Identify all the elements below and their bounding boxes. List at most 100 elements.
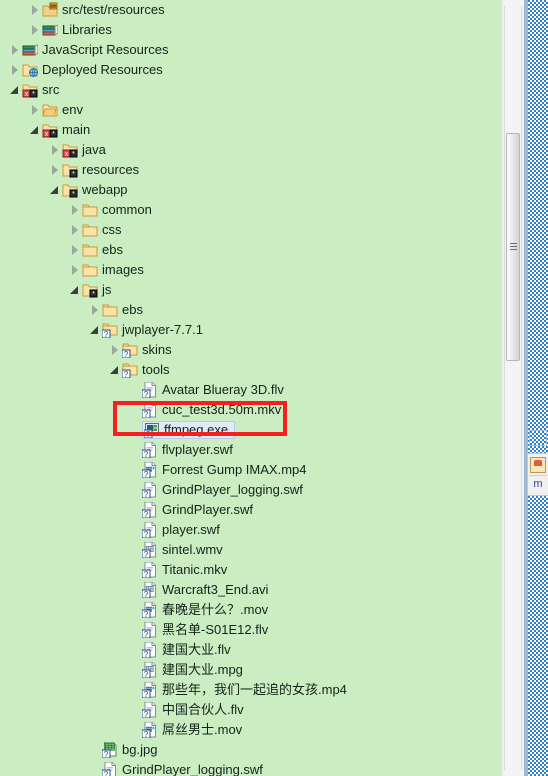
chevron-right-icon[interactable] (8, 40, 22, 60)
tree-row[interactable]: x * src (0, 80, 502, 100)
tree-row[interactable]: * webapp (0, 180, 502, 200)
tree-row[interactable]: ? tools (0, 360, 502, 380)
tree-item-label: bg.jpg (122, 742, 158, 757)
tree-row[interactable]: ? Avatar Blueray 3D.flv (0, 380, 502, 400)
tree-row[interactable]: * js (0, 280, 502, 300)
svg-text:x: x (65, 151, 69, 158)
chevron-right-icon[interactable] (88, 300, 102, 320)
tree-row[interactable]: ? Titanic.mkv (0, 560, 502, 580)
tree-row[interactable]: ? 中国合伙人.flv (0, 700, 502, 720)
chevron-right-icon[interactable] (68, 240, 82, 260)
chevron-down-icon[interactable] (28, 120, 42, 140)
chevron-right-icon[interactable] (8, 60, 22, 80)
tree-row[interactable]: ? GrindPlayer_logging.swf (0, 760, 502, 776)
file-unknown-icon: ? (142, 382, 158, 398)
chevron-down-icon[interactable] (8, 80, 22, 100)
chevron-right-icon[interactable] (68, 200, 82, 220)
tree-row[interactable]: Libraries (0, 20, 502, 40)
chevron-down-icon[interactable] (88, 320, 102, 340)
tree-row[interactable]: ? skins (0, 340, 502, 360)
file-unknown-icon: ? (142, 562, 158, 578)
tree-row[interactable]: images (0, 260, 502, 280)
project-explorer-tree[interactable]: src/test/resources Libraries JavaScript Re… (0, 0, 502, 776)
tree-row[interactable]: ? sintel.wmv (0, 540, 502, 560)
tree-row[interactable]: ? flvplayer.swf (0, 440, 502, 460)
chevron-right-icon[interactable] (68, 260, 82, 280)
tree-row[interactable]: * resources (0, 160, 502, 180)
tree-row-selected[interactable]: ? ffmpeg.exe (0, 420, 502, 440)
chevron-right-icon[interactable] (108, 340, 122, 360)
svg-text:?: ? (144, 650, 149, 658)
tree-row[interactable]: ? 春晚是什么？.mov (0, 600, 502, 620)
tree-row[interactable]: ebs (0, 300, 502, 320)
tree-row[interactable]: x * java (0, 140, 502, 160)
chevron-right-icon[interactable] (28, 20, 42, 40)
tree-row-content: ? tools (122, 360, 172, 380)
tree-row[interactable]: ? jwplayer-7.7.1 (0, 320, 502, 340)
tree-row[interactable]: x * main (0, 120, 502, 140)
tree-row[interactable]: ? GrindPlayer.swf (0, 500, 502, 520)
warning-view-icon[interactable] (530, 457, 546, 473)
vertical-scrollbar-track[interactable] (504, 0, 522, 776)
tree-row[interactable]: ? cuc_test3d.50m.mkv (0, 400, 502, 420)
svg-text:?: ? (104, 750, 109, 758)
selection-highlight[interactable]: ? ffmpeg.exe (142, 421, 236, 439)
minimized-view-stack[interactable]: m (527, 453, 548, 496)
tree-row[interactable]: ? GrindPlayer_logging.swf (0, 480, 502, 500)
tree-row[interactable]: JavaScript Resources (0, 40, 502, 60)
tree-row-content: ? cuc_test3d.50m.mkv (142, 400, 284, 420)
chevron-down-icon[interactable] (108, 360, 122, 380)
tree-row[interactable]: css (0, 220, 502, 240)
chevron-right-icon[interactable] (28, 0, 42, 20)
tree-row[interactable]: src/test/resources (0, 0, 502, 20)
chevron-right-icon[interactable] (28, 100, 42, 120)
chevron-down-icon[interactable] (48, 180, 62, 200)
chevron-right-icon[interactable] (48, 160, 62, 180)
tree-row[interactable]: ? Warcraft3_End.avi (0, 580, 502, 600)
tree-item-label: resources (82, 162, 140, 177)
tree-item-label: ffmpeg.exe (164, 422, 229, 437)
tree-row-content: ? 那些年，我们一起追的女孩.mp4 (142, 680, 350, 700)
tree-item-label: ebs (102, 242, 123, 257)
tree-row[interactable]: ? 屌丝男士.mov (0, 720, 502, 740)
tree-row[interactable]: Deployed Resources (0, 60, 502, 80)
tree-row-content: src/test/resources (42, 0, 168, 20)
file-unknown-icon: ? (142, 402, 158, 418)
tree-row[interactable]: common (0, 200, 502, 220)
tree-item-label: GrindPlayer_logging.swf (162, 482, 303, 497)
svg-text:?: ? (146, 430, 151, 438)
chevron-right-icon[interactable] (48, 140, 62, 160)
tree-row[interactable]: ? 建国大业.mpg (0, 660, 502, 680)
tree-row[interactable]: ? bg.jpg (0, 740, 502, 760)
tree-item-label: GrindPlayer.swf (162, 502, 254, 517)
tree-row-content: ? Forrest Gump IMAX.mp4 (142, 460, 309, 480)
svg-text:x: x (25, 91, 29, 98)
tree-row-content: * webapp (62, 180, 131, 200)
scroll-up-button[interactable] (504, 0, 522, 6)
tree-row-content: ? Avatar Blueray 3D.flv (142, 380, 287, 400)
tree-row[interactable]: ? Forrest Gump IMAX.mp4 (0, 460, 502, 480)
tree-row-content: ? skins (122, 340, 175, 360)
svg-text:?: ? (144, 510, 149, 518)
tree-row[interactable]: ? 建国大业.flv (0, 640, 502, 660)
tree-row[interactable]: ? 黑名单-S01E12.flv (0, 620, 502, 640)
tree-row[interactable]: ebs (0, 240, 502, 260)
tree-row[interactable]: ? 那些年，我们一起追的女孩.mp4 (0, 680, 502, 700)
scroll-down-button[interactable] (504, 770, 522, 776)
tree-row-content: ? GrindPlayer_logging.swf (102, 760, 266, 776)
svg-text:*: * (92, 291, 95, 298)
folder-plain-icon (82, 262, 98, 278)
tree-item-label: jwplayer-7.7.1 (122, 322, 203, 337)
chevron-down-icon[interactable] (68, 280, 82, 300)
tree-item-label: tools (142, 362, 170, 377)
deployed-resources-icon (22, 62, 38, 78)
tree-row[interactable]: ? player.swf (0, 520, 502, 540)
vertical-scrollbar-thumb[interactable] (506, 133, 520, 361)
tree-row-content: Libraries (42, 20, 115, 40)
chevron-right-icon[interactable] (68, 220, 82, 240)
tree-row[interactable]: env (0, 100, 502, 120)
